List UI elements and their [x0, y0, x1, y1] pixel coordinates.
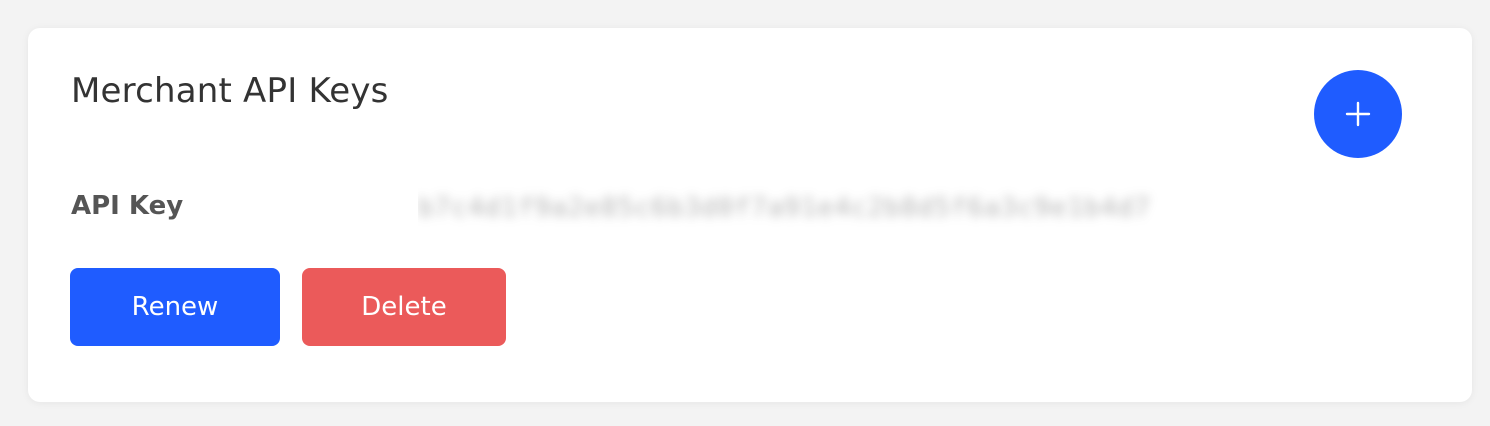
api-key-value-text: b7c4d1f9a2e85c6b3d0f7a91e4c2b8d5f6a3c9e1… [418, 193, 1151, 223]
delete-button[interactable]: Delete [302, 268, 506, 346]
card-title: Merchant API Keys [71, 71, 389, 111]
add-api-key-button[interactable] [1314, 70, 1402, 158]
api-key-label: API Key [71, 191, 184, 221]
plus-icon [1345, 101, 1371, 127]
renew-button[interactable]: Renew [70, 268, 280, 346]
api-keys-card: Merchant API Keys API Key b7c4d1f9a2e85c… [28, 28, 1472, 402]
api-key-value: b7c4d1f9a2e85c6b3d0f7a91e4c2b8d5f6a3c9e1… [418, 186, 1218, 230]
